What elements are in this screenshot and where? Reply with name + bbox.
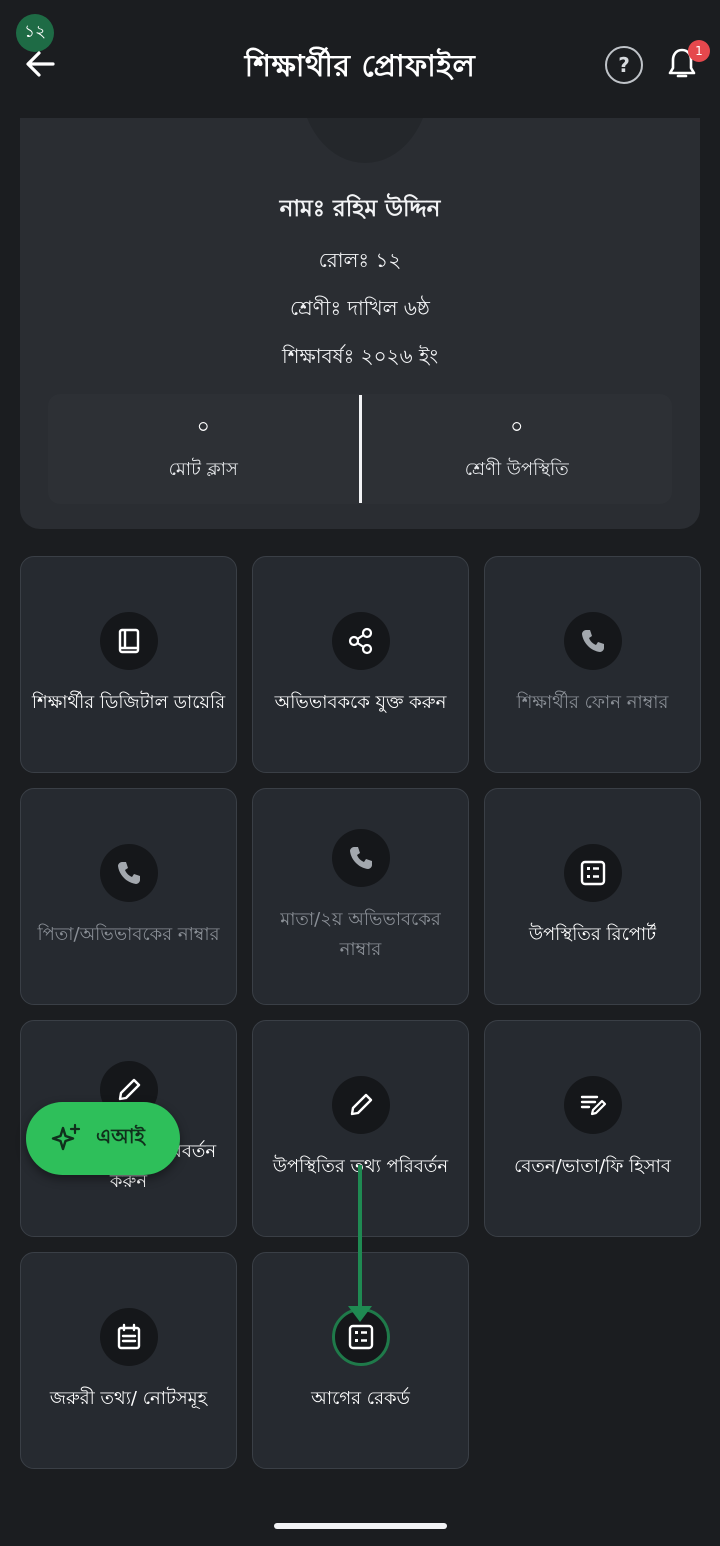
student-roll: রোলঃ ১২ <box>318 248 402 272</box>
tile-label: অভিভাবককে যুক্ত করুন <box>274 691 447 713</box>
tile-label: আগের রেকর্ড <box>311 1387 410 1409</box>
tile-icon-wrap <box>563 843 622 902</box>
tile-label: পিতা/অভিভাবকের নাম্বার <box>37 923 220 945</box>
student-class: শ্রেণীঃ দাখিল ৬ষ্ঠ <box>290 296 430 320</box>
edit-note-icon <box>580 1095 606 1115</box>
help-icon: ? <box>618 53 630 77</box>
stat-value: ০ <box>510 414 524 438</box>
tile-icon-wrap <box>563 1075 622 1134</box>
tile-fee-account[interactable]: বেতন/ভাতা/ফি হিসাব <box>484 1020 701 1237</box>
stat-class-attendance: ০ শ্রেণী উপস্থিতি <box>362 394 673 504</box>
stat-value: ০ <box>196 414 210 438</box>
notification-badge: 1 <box>688 40 710 62</box>
phone-icon <box>349 846 372 869</box>
help-button[interactable]: ? <box>605 46 643 84</box>
tile-connect-guardian[interactable]: অভিভাবককে যুক্ত করুন <box>252 556 469 773</box>
ai-assistant-button[interactable]: এআই <box>26 1102 180 1175</box>
tile-icon-wrap <box>99 843 158 902</box>
tile-label: জরুরী তথ্য/ নোটসমূহ <box>49 1387 208 1409</box>
tile-icon-wrap <box>99 611 158 670</box>
notes-icon <box>117 1323 140 1349</box>
home-indicator[interactable] <box>274 1523 447 1529</box>
tile-father-phone[interactable]: পিতা/অভিভাবকের নাম্বার <box>20 788 237 1005</box>
tile-digital-diary[interactable]: শিক্ষার্থীর ডিজিটাল ডায়েরি <box>20 556 237 773</box>
share-icon <box>348 627 372 654</box>
tile-label: উপস্থিতির রিপোর্ট <box>528 923 657 945</box>
tile-icon-wrap <box>99 1307 158 1366</box>
tile-mother-phone[interactable]: মাতা/২য় অভিভাবকের নাম্বার <box>252 788 469 1005</box>
tile-label: শিক্ষার্থীর ডিজিটাল ডায়েরি <box>31 691 226 713</box>
phone-icon <box>117 861 140 884</box>
action-grid: শিক্ষার্থীর ডিজিটাল ডায়েরি অভিভাবককে যু… <box>20 556 701 1469</box>
phone-icon <box>581 629 604 652</box>
stat-label: শ্রেণী উপস্থিতি <box>464 459 569 480</box>
tile-label: মাতা/২য় অভিভাবকের নাম্বার <box>280 908 441 960</box>
record-icon <box>348 1324 373 1349</box>
pencil-icon <box>118 1078 140 1100</box>
sparkle-icon <box>51 1123 81 1150</box>
tile-icon-wrap <box>331 1075 390 1134</box>
ai-button-label: এআই <box>96 1124 145 1148</box>
tile-label: বেতন/ভাতা/ফি হিসাব <box>514 1155 671 1177</box>
tile-icon-wrap <box>331 611 390 670</box>
stat-total-classes: ০ মোট ক্লাস <box>48 394 359 504</box>
stat-label: মোট ক্লাস <box>168 459 238 480</box>
academic-year: শিক্ষাবর্ষঃ ২০২৬ ইং <box>281 344 439 368</box>
avatar <box>300 118 430 163</box>
student-name: নামঃ রহিম উদ্দিন <box>279 196 441 222</box>
tile-student-phone[interactable]: শিক্ষার্থীর ফোন নাম্বার <box>484 556 701 773</box>
tile-icon-wrap <box>563 611 622 670</box>
pointer-arrow-head <box>348 1306 372 1322</box>
tile-label: শিক্ষার্থীর ফোন নাম্বার <box>516 691 669 713</box>
profile-card: নামঃ রহিম উদ্দিন রোলঃ ১২ শ্রেণীঃ দাখিল ৬… <box>20 118 700 529</box>
book-icon <box>118 628 139 653</box>
tile-important-notes[interactable]: জরুরী তথ্য/ নোটসমূহ <box>20 1252 237 1469</box>
pencil-icon <box>350 1093 372 1115</box>
tile-attendance-report[interactable]: উপস্থিতির রিপোর্ট <box>484 788 701 1005</box>
stats-panel: ০ মোট ক্লাস ০ শ্রেণী উপস্থিতি <box>48 394 672 504</box>
pointer-arrow-line <box>358 1165 362 1308</box>
report-icon <box>580 860 605 885</box>
tile-icon-wrap <box>331 828 390 887</box>
